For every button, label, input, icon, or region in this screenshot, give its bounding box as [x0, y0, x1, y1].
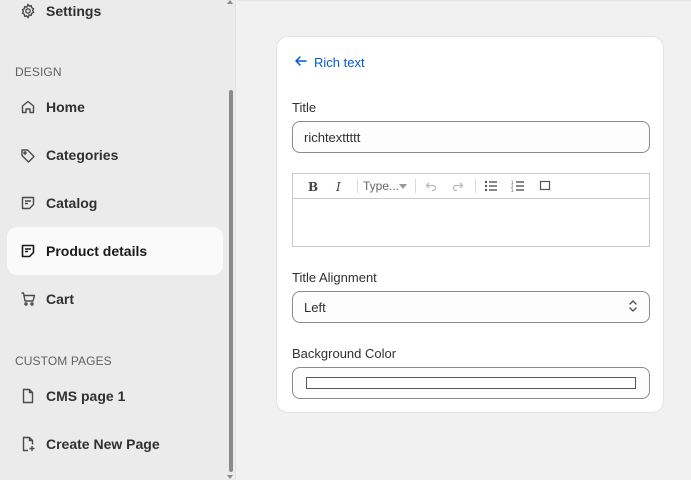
- section-label-custom-pages: CUSTOM PAGES: [15, 354, 112, 368]
- back-link-label: Rich text: [314, 55, 365, 70]
- background-color-label: Background Color: [292, 346, 397, 361]
- title-alignment-value: Left: [304, 299, 326, 315]
- page-add-icon: [19, 435, 37, 453]
- bold-icon[interactable]: B: [303, 176, 323, 196]
- editor-content-area[interactable]: [293, 199, 649, 246]
- rich-text-editor: B I Type... 123: [292, 173, 650, 247]
- tag-icon: [19, 146, 37, 164]
- scroll-down-arrow-icon[interactable]: [227, 475, 233, 479]
- numbered-list-icon[interactable]: 123: [508, 176, 528, 196]
- sidebar-item-home[interactable]: Home: [7, 83, 223, 131]
- sidebar-item-label: Create New Page: [46, 436, 160, 452]
- home-icon: [19, 98, 37, 116]
- title-alignment-select[interactable]: Left: [292, 291, 650, 323]
- svg-text:I: I: [335, 180, 341, 192]
- arrow-left-icon: [294, 54, 308, 71]
- product-details-icon: [19, 242, 37, 260]
- sidebar-item-label: CMS page 1: [46, 388, 126, 404]
- editor-toolbar: B I Type... 123: [293, 174, 649, 199]
- sidebar-item-label: Product details: [46, 243, 148, 259]
- sidebar-item-label: Cart: [46, 291, 75, 307]
- page-icon: [19, 387, 37, 405]
- toolbar-divider: [415, 179, 416, 193]
- svg-text:B: B: [308, 180, 318, 192]
- top-divider: [237, 0, 691, 1]
- sidebar: Settings DESIGN Home Categories Catalog: [0, 0, 236, 480]
- sidebar-item-label: Catalog: [46, 195, 98, 211]
- cart-icon: [19, 290, 37, 308]
- title-input-value: richtexttttt: [304, 129, 361, 145]
- sidebar-item-cms-page-1[interactable]: CMS page 1: [7, 372, 223, 420]
- sidebar-item-label: Settings: [46, 3, 102, 19]
- title-input[interactable]: richtexttttt: [292, 121, 650, 153]
- text-type-select[interactable]: Type...: [363, 179, 409, 193]
- sidebar-item-product-details[interactable]: Product details: [7, 227, 223, 275]
- toolbar-divider: [357, 179, 358, 193]
- gear-icon: [19, 2, 37, 20]
- scroll-up-arrow-icon[interactable]: [227, 0, 233, 4]
- sidebar-item-create-new-page[interactable]: Create New Page: [7, 420, 223, 468]
- caret-down-icon: [399, 183, 408, 189]
- title-alignment-label: Title Alignment: [292, 270, 377, 285]
- back-link[interactable]: Rich text: [294, 54, 365, 71]
- background-color-swatch: [306, 377, 636, 389]
- undo-icon[interactable]: [421, 176, 441, 196]
- redo-icon[interactable]: [448, 176, 468, 196]
- title-label: Title: [292, 100, 317, 115]
- sidebar-item-settings[interactable]: Settings: [7, 0, 223, 35]
- sidebar-item-label: Home: [46, 99, 85, 115]
- section-label-design: DESIGN: [15, 65, 62, 79]
- svg-text:3: 3: [511, 188, 514, 192]
- background-color-picker[interactable]: [292, 367, 650, 399]
- sidebar-item-label: Categories: [46, 147, 119, 163]
- text-type-value: Type...: [363, 179, 400, 193]
- settings-card: Rich text Title richtexttttt B I Type...: [276, 36, 664, 413]
- select-chevrons-icon: [628, 299, 638, 316]
- block-icon[interactable]: [535, 176, 555, 196]
- toolbar-divider: [475, 179, 476, 193]
- catalog-icon: [19, 194, 37, 212]
- sidebar-scrollbar-thumb[interactable]: [229, 90, 233, 472]
- sidebar-item-catalog[interactable]: Catalog: [7, 179, 223, 227]
- bullet-list-icon[interactable]: [481, 176, 501, 196]
- sidebar-item-categories[interactable]: Categories: [7, 131, 223, 179]
- sidebar-item-cart[interactable]: Cart: [7, 275, 223, 323]
- italic-icon[interactable]: I: [330, 176, 350, 196]
